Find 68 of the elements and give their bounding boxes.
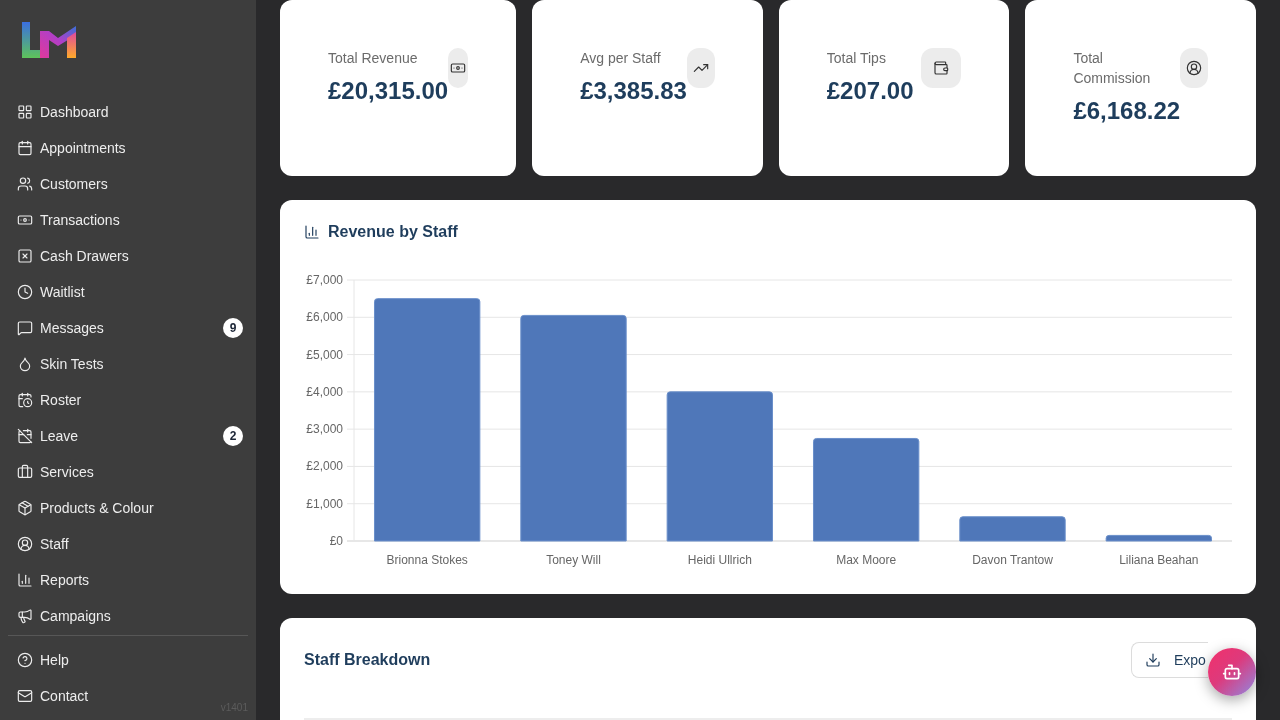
y-axis-label: £2,000 bbox=[306, 459, 343, 474]
droplet-icon bbox=[17, 356, 33, 372]
count-badge: 2 bbox=[223, 426, 243, 446]
sidebar-item[interactable]: Customers bbox=[8, 166, 248, 202]
y-axis-label: £4,000 bbox=[306, 384, 343, 399]
x-axis-label: Toney Will bbox=[546, 553, 601, 567]
logo-icon bbox=[22, 22, 76, 58]
y-axis-label: £3,000 bbox=[306, 422, 343, 437]
download-icon bbox=[1145, 652, 1161, 668]
sidebar-item[interactable]: Waitlist bbox=[8, 274, 248, 310]
clock-icon bbox=[17, 284, 33, 300]
grid-icon bbox=[17, 104, 33, 120]
user-circle-icon bbox=[17, 536, 33, 552]
sidebar-item[interactable]: Reports bbox=[8, 562, 248, 598]
banknote-icon bbox=[17, 212, 33, 228]
users-icon bbox=[17, 176, 33, 192]
sidebar-item[interactable]: Contact bbox=[8, 678, 221, 714]
sidebar-item[interactable]: Transactions bbox=[8, 202, 248, 238]
stat-value: £207.00 bbox=[826, 76, 914, 106]
stat-label: Total Commission bbox=[1073, 49, 1152, 88]
stat-value: £20,315.00 bbox=[328, 76, 449, 106]
x-axis-label: Heidi Ullrich bbox=[687, 553, 752, 567]
sidebar-item[interactable]: Skin Tests bbox=[8, 346, 248, 382]
y-axis-label: £5,000 bbox=[306, 347, 343, 362]
x-axis-label: Davon Trantow bbox=[972, 553, 1053, 567]
y-axis-label: £6,000 bbox=[306, 310, 343, 325]
x-axis-label: Liliana Beahan bbox=[1119, 553, 1199, 567]
package-icon bbox=[17, 500, 33, 516]
chat-bubble-icon bbox=[17, 320, 33, 336]
export-button[interactable]: Expo bbox=[1131, 642, 1208, 678]
x-axis-label: Brionna Stokes bbox=[386, 553, 468, 567]
help-icon bbox=[17, 652, 33, 668]
sidebar-item[interactable]: Appointments bbox=[8, 130, 248, 166]
count-badge: 9 bbox=[223, 318, 243, 338]
sidebar-item[interactable]: Help bbox=[8, 642, 221, 678]
sidebar-item[interactable]: Cash Drawers bbox=[8, 238, 248, 274]
stat-label: Avg per Staff bbox=[580, 49, 662, 68]
mail-icon bbox=[17, 688, 33, 704]
bar-chart-icon bbox=[17, 572, 33, 588]
card-title: Revenue by Staff bbox=[328, 222, 458, 242]
robot-icon bbox=[1222, 662, 1242, 682]
stat-value: £3,385.83 bbox=[580, 76, 687, 106]
sidebar-item[interactable]: Leave 2 bbox=[8, 418, 248, 454]
briefcase-icon bbox=[17, 464, 33, 480]
bar-chart-icon bbox=[304, 224, 320, 240]
y-axis-label: £1,000 bbox=[306, 496, 343, 511]
square-x-icon bbox=[17, 248, 33, 264]
stat-value: £6,168.22 bbox=[1073, 96, 1181, 126]
wallet-icon bbox=[921, 48, 962, 88]
x-axis-label: Max Moore bbox=[836, 553, 897, 567]
stat-label: Total Tips bbox=[826, 49, 887, 68]
megaphone-icon bbox=[17, 608, 33, 624]
banknote-icon bbox=[448, 48, 469, 88]
sidebar-item[interactable]: Messages 9 bbox=[8, 310, 248, 346]
sidebar-item[interactable]: Products & Colour bbox=[8, 490, 248, 526]
calendar-off-icon bbox=[17, 428, 33, 444]
calendar-clock-icon bbox=[17, 392, 33, 408]
sidebar-item[interactable]: Roster bbox=[8, 382, 248, 418]
sidebar-item[interactable]: Services bbox=[8, 454, 248, 490]
calendar-icon bbox=[17, 140, 33, 156]
sidebar-item[interactable]: Campaigns bbox=[8, 598, 248, 634]
stat-label: Total Revenue bbox=[328, 49, 419, 68]
card-title: Staff Breakdown bbox=[304, 650, 431, 670]
sidebar-item[interactable]: Staff bbox=[8, 526, 248, 562]
sidebar-item[interactable]: Dashboard bbox=[8, 94, 248, 130]
y-axis-label: £7,000 bbox=[306, 273, 343, 287]
trending-up-icon bbox=[686, 48, 715, 88]
y-axis-label: £0 bbox=[329, 534, 343, 548]
